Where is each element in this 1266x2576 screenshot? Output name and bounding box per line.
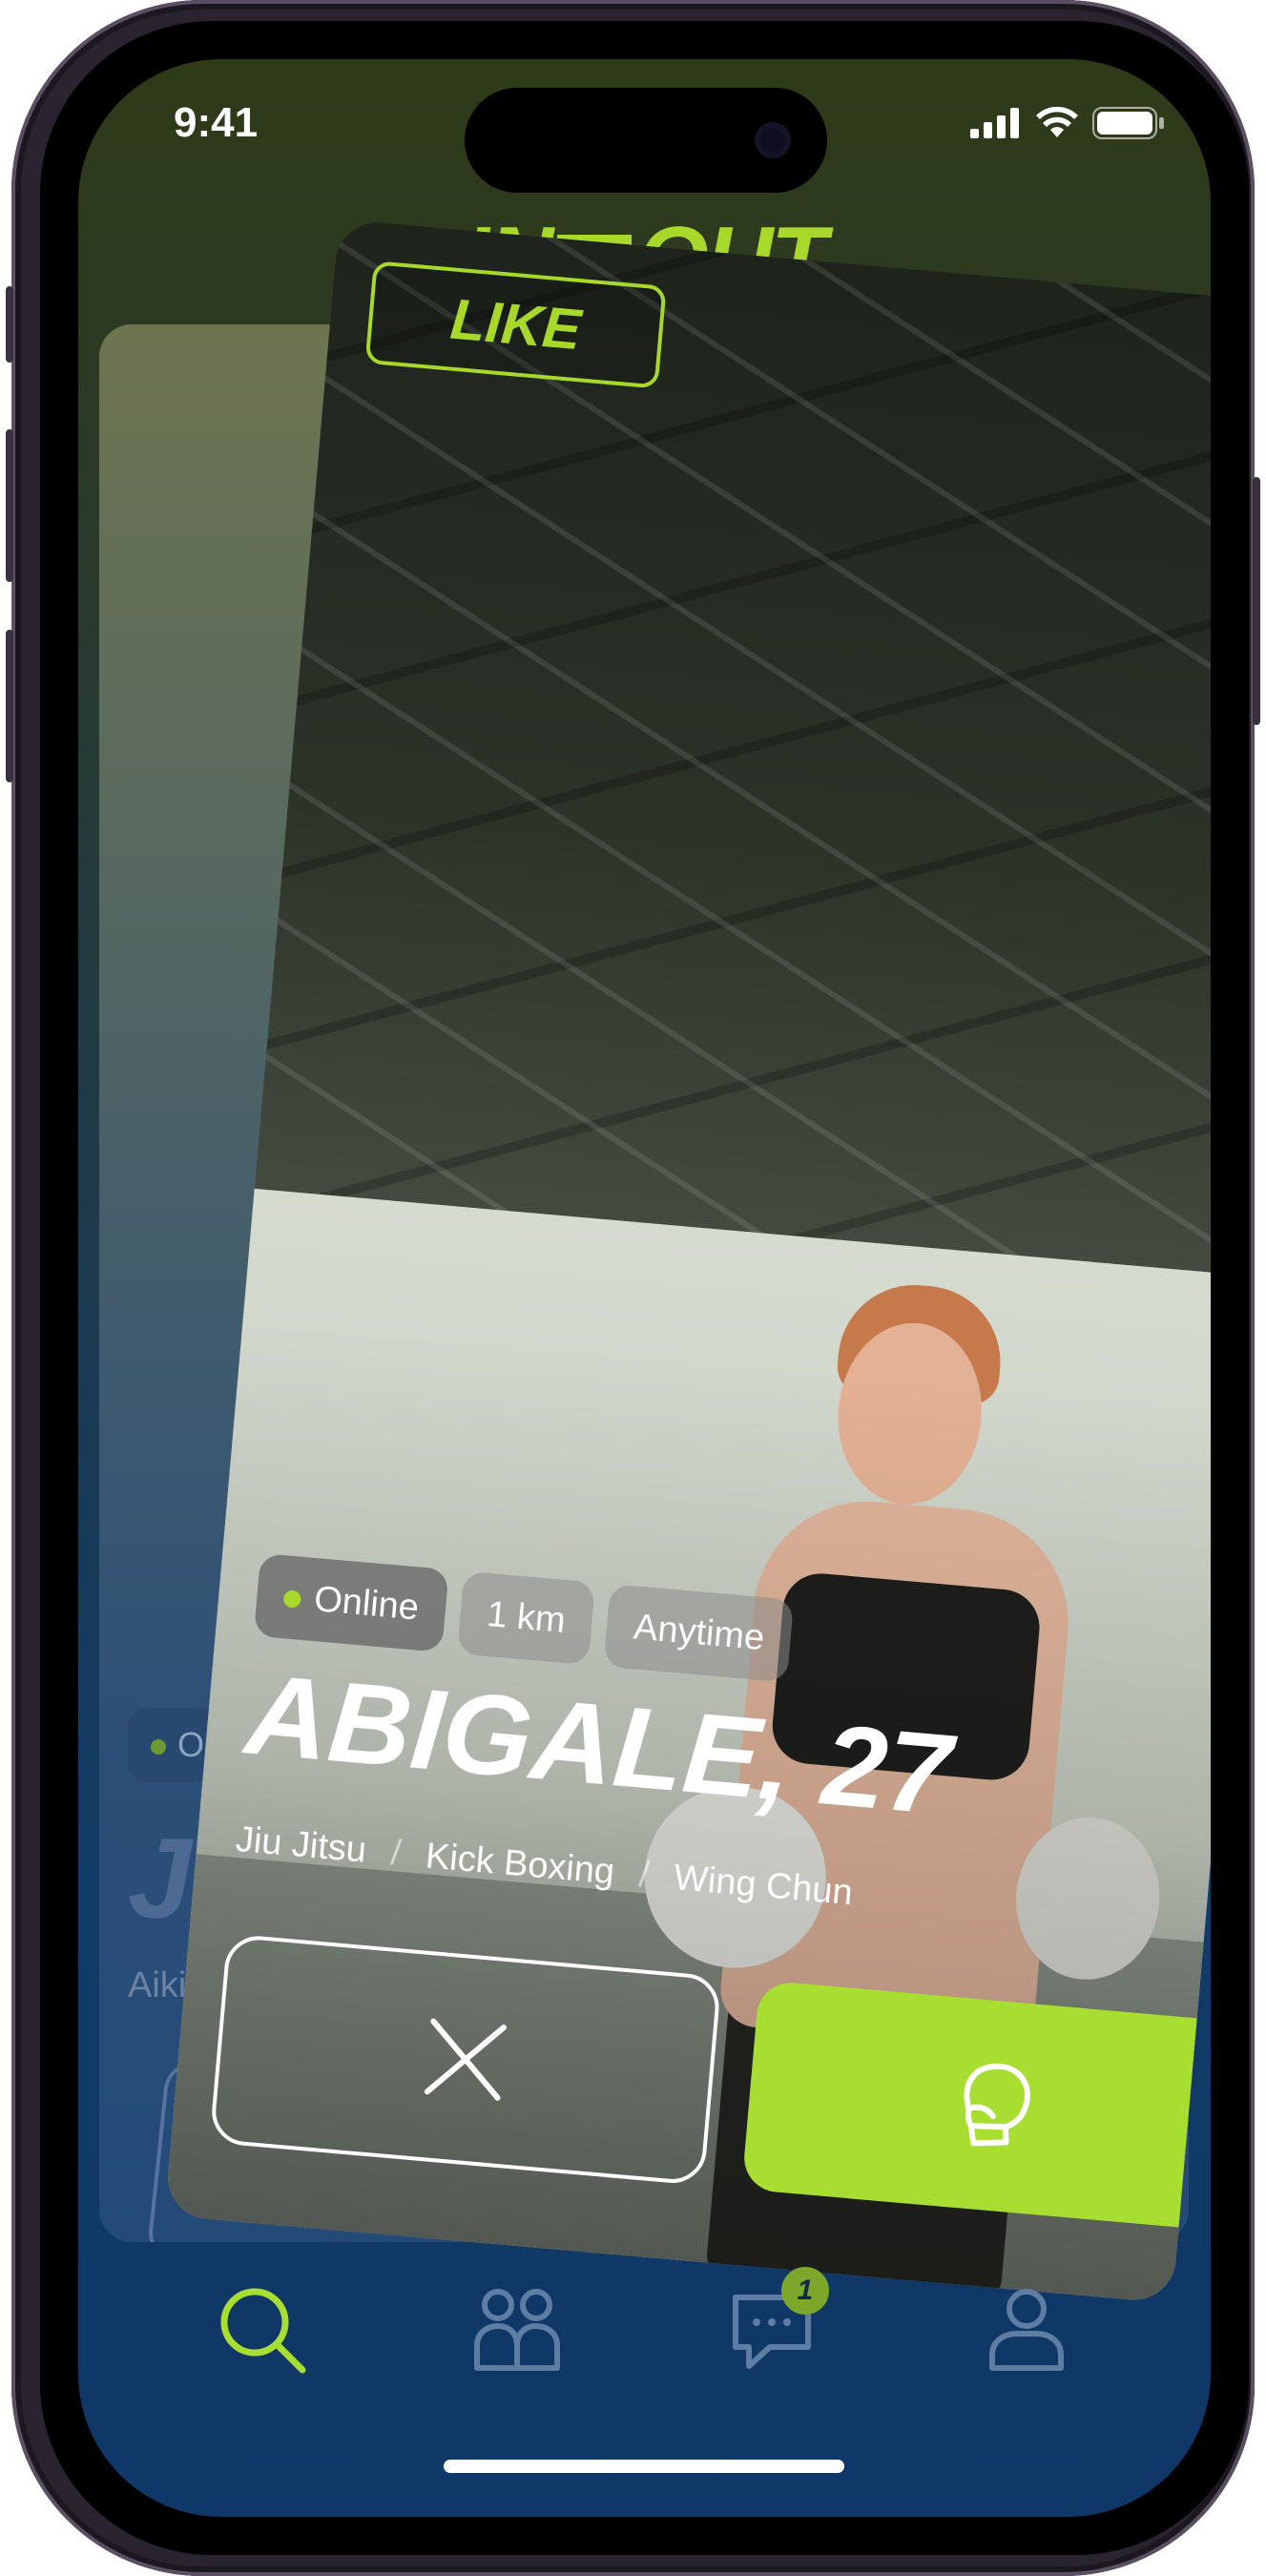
phone-frame: 9:41 INOUT: [6, 0, 1260, 2576]
power-button: [1253, 477, 1260, 725]
volume-up-button: [6, 429, 13, 582]
tab-search[interactable]: [215, 2282, 310, 2378]
wifi-icon: [1036, 107, 1078, 137]
close-icon: [424, 2018, 508, 2101]
battery-icon: [1092, 107, 1164, 139]
people-icon: [474, 2289, 561, 2371]
dismiss-button[interactable]: [209, 1933, 722, 2186]
style-separator: /: [388, 1833, 404, 1874]
signal-icon: [970, 108, 1019, 138]
screen: 9:41 INOUT: [78, 59, 1211, 2517]
style-separator: /: [637, 1854, 652, 1896]
tab-bar: 1: [78, 2254, 1211, 2406]
boxing-glove-icon: [964, 2063, 1030, 2147]
mute-switch: [6, 286, 13, 363]
online-label: Online: [312, 1579, 421, 1629]
camera-icon: [755, 122, 791, 158]
like-button[interactable]: [741, 1980, 1211, 2233]
dynamic-island: [465, 88, 827, 193]
tab-community[interactable]: [469, 2282, 565, 2378]
status-icons: [970, 107, 1165, 139]
home-indicator[interactable]: [444, 2460, 844, 2473]
distance-chip: 1 km: [456, 1570, 596, 1666]
tab-messages[interactable]: 1: [724, 2267, 829, 2378]
tab-profile[interactable]: [979, 2282, 1074, 2378]
message-count-badge: 1: [780, 2267, 829, 2315]
profile-icon: [988, 2289, 1064, 2371]
profile-card[interactable]: LIKE Online 1 km Anytime ABIGALE, 27 Jiu…: [164, 218, 1211, 2304]
status-time: 9:41: [174, 99, 259, 146]
online-dot-icon: [282, 1589, 302, 1609]
search-icon: [220, 2288, 306, 2374]
volume-down-button: [6, 630, 13, 782]
availability-chip: Anytime: [603, 1584, 795, 1683]
online-chip: Online: [253, 1552, 449, 1652]
online-dot-icon: [151, 1739, 166, 1755]
